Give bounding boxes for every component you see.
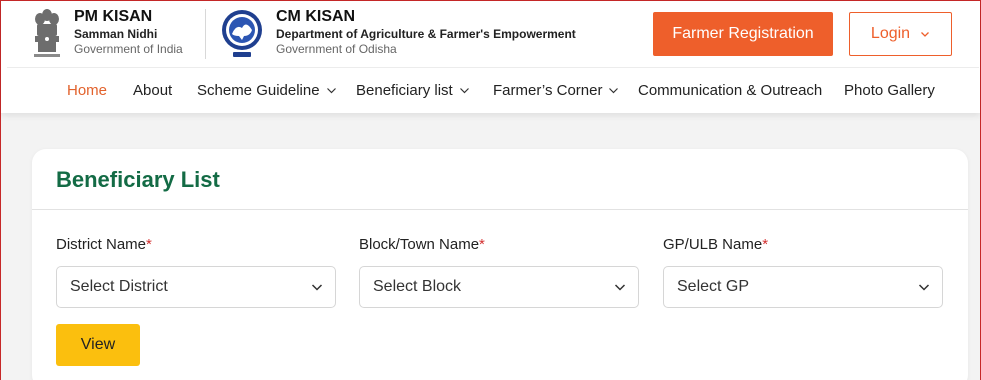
nav-item-scheme-guideline[interactable]: Scheme Guideline	[197, 68, 337, 112]
field-label-text: District Name	[56, 236, 147, 253]
nav-label: Home	[67, 81, 108, 99]
district-field: District Name* Select District	[56, 235, 336, 308]
district-label: District Name*	[56, 235, 336, 255]
nav-label: Scheme Guideline	[197, 81, 320, 99]
national-emblem-icon	[34, 9, 60, 57]
odisha-emblem-icon	[222, 10, 262, 57]
nav-item-photo-gallery[interactable]: Photo Gallery	[844, 68, 935, 112]
chevron-down-icon	[311, 284, 323, 291]
nav-label: Communication & Outreach	[638, 81, 823, 99]
nav-label: Photo Gallery	[844, 81, 935, 99]
card-divider	[32, 209, 968, 210]
card-title: Beneficiary List	[56, 167, 220, 192]
field-label-text: Block/Town Name	[359, 236, 480, 253]
nav-label: Farmer’s Corner	[493, 81, 603, 99]
nav-item-farmers-corner[interactable]: Farmer’s Corner	[493, 68, 619, 112]
main-nav: Home About Scheme Guideline Beneficiary …	[1, 68, 980, 112]
login-label: Login	[870, 25, 911, 42]
block-select[interactable]: Select Block	[359, 266, 639, 308]
cm-kisan-government: Government of Odisha	[276, 42, 397, 56]
nav-label: Beneficiary list	[356, 81, 453, 99]
cm-kisan-department: Department of Agriculture & Farmer's Emp…	[276, 27, 576, 41]
select-placeholder: Select District	[70, 278, 168, 295]
gp-field: GP/ULB Name* Select GP	[663, 235, 943, 308]
required-marker: *	[762, 236, 769, 253]
nav-label: About	[133, 81, 173, 99]
select-placeholder: Select GP	[677, 278, 750, 295]
nav-item-communication-outreach[interactable]: Communication & Outreach	[638, 68, 822, 112]
chevron-down-icon	[326, 87, 336, 93]
view-button[interactable]: View	[56, 324, 140, 366]
nav-item-home[interactable]: Home	[67, 68, 107, 112]
block-field: Block/Town Name* Select Block	[359, 235, 639, 308]
chevron-down-icon	[921, 32, 930, 37]
chevron-down-icon	[609, 87, 619, 93]
required-marker: *	[146, 236, 152, 253]
required-marker: *	[479, 236, 485, 253]
login-button[interactable]: Login	[849, 12, 952, 56]
site-header: PM KISAN Samman Nidhi Government of Indi…	[1, 1, 980, 113]
chevron-down-icon	[918, 284, 930, 291]
block-label: Block/Town Name*	[359, 235, 639, 255]
district-select[interactable]: Select District	[56, 266, 336, 308]
beneficiary-list-card: Beneficiary List District Name* Select D…	[32, 149, 968, 380]
brand-divider	[205, 9, 206, 59]
pm-kisan-subtitle: Samman Nidhi	[74, 27, 158, 41]
cm-kisan-title: CM KISAN	[276, 8, 356, 25]
pm-kisan-title: PM KISAN	[74, 8, 153, 25]
gp-label: GP/ULB Name*	[663, 235, 943, 255]
chevron-down-icon	[459, 87, 469, 93]
nav-item-beneficiary-list[interactable]: Beneficiary list	[356, 68, 470, 112]
select-placeholder: Select Block	[373, 278, 462, 295]
nav-item-about[interactable]: About	[133, 68, 172, 112]
chevron-down-icon	[614, 284, 626, 291]
pm-kisan-government: Government of India	[74, 42, 183, 56]
farmer-registration-button[interactable]: Farmer Registration	[653, 12, 833, 56]
field-label-text: GP/ULB Name	[663, 236, 763, 253]
gp-select[interactable]: Select GP	[663, 266, 943, 308]
